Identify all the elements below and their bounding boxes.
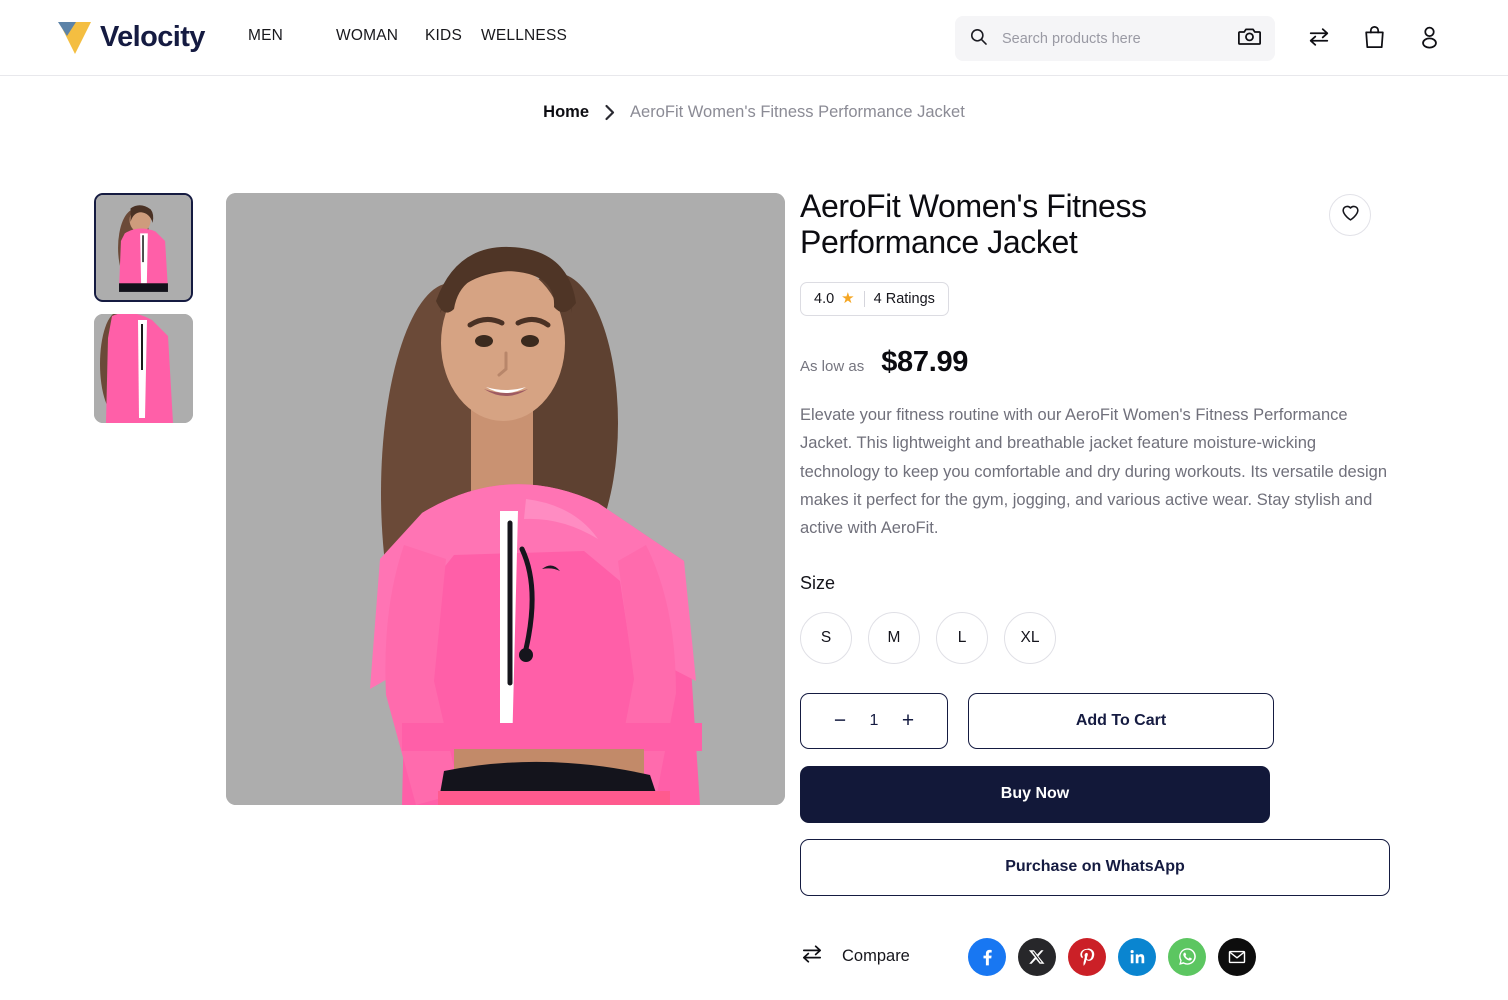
linkedin-icon[interactable]: [1118, 937, 1156, 976]
whatsapp-icon[interactable]: [1168, 937, 1206, 976]
search-bar[interactable]: [955, 16, 1275, 61]
main-product-image[interactable]: [226, 193, 785, 805]
compare-label: Compare: [842, 947, 910, 966]
chevron-right-icon: [603, 104, 616, 121]
product-gallery: [0, 148, 800, 805]
rating-divider: [863, 290, 865, 307]
size-label: Size: [800, 572, 836, 593]
breadcrumb-current-page: AeroFit Women's Fitness Performance Jack…: [630, 102, 965, 121]
buy-now-button[interactable]: Buy Now: [800, 765, 1270, 823]
wishlist-button[interactable]: [1329, 194, 1371, 236]
social-share-list: [968, 937, 1256, 976]
thumbnail-list: [94, 193, 193, 423]
compare-icon[interactable]: [1307, 26, 1331, 48]
compare-icon: [800, 944, 824, 969]
nav-item-men[interactable]: MEN: [248, 27, 336, 45]
nav-item-kids[interactable]: KIDS: [425, 27, 481, 45]
price-label: As low as: [800, 357, 865, 375]
size-option-s[interactable]: S: [800, 611, 852, 664]
rating-count: 4 Ratings: [873, 290, 935, 307]
size-options: S M L XL: [800, 611, 1460, 664]
velocity-logo-icon: [57, 18, 93, 56]
size-option-m[interactable]: M: [868, 611, 920, 664]
logo-text: Velocity: [100, 20, 205, 53]
product-info-panel: AeroFit Women's Fitness Performance Jack…: [800, 148, 1460, 976]
add-to-cart-button[interactable]: Add To Cart: [968, 692, 1274, 749]
star-icon: ★: [841, 290, 855, 308]
quantity-value[interactable]: 1: [868, 712, 880, 730]
quantity-stepper: − 1 +: [800, 692, 948, 749]
site-header: Velocity MEN WOMAN KIDS WELLNESS: [0, 0, 1508, 76]
size-option-l[interactable]: L: [936, 611, 988, 664]
rating-badge[interactable]: 4.0 ★ 4 Ratings: [800, 281, 949, 316]
email-icon[interactable]: [1218, 937, 1256, 976]
size-option-xl[interactable]: XL: [1004, 611, 1056, 664]
pinterest-icon[interactable]: [1068, 937, 1106, 976]
breadcrumb: Home AeroFit Women's Fitness Performance…: [0, 90, 1508, 134]
price-value: $87.99: [881, 345, 969, 378]
main-nav: MEN WOMAN KIDS WELLNESS: [248, 27, 567, 45]
nav-item-woman[interactable]: WOMAN: [336, 27, 425, 45]
breadcrumb-home-link[interactable]: Home: [543, 103, 589, 122]
heart-icon: [1341, 204, 1360, 227]
purchase-whatsapp-button[interactable]: Purchase on WhatsApp: [800, 838, 1390, 896]
quantity-decrement-button[interactable]: −: [830, 710, 850, 731]
thumbnail-1[interactable]: [94, 193, 193, 302]
compare-button[interactable]: Compare: [800, 944, 968, 969]
facebook-icon[interactable]: [968, 937, 1006, 976]
page-title: AeroFit Women's Fitness Performance Jack…: [800, 188, 1147, 261]
camera-icon[interactable]: [1238, 26, 1261, 51]
product-description: Elevate your fitness routine with our Ae…: [800, 405, 1387, 538]
shopping-bag-icon[interactable]: [1363, 25, 1386, 49]
share-row: Compare: [800, 937, 1460, 976]
price-row: As low as $87.99: [800, 346, 1460, 379]
quantity-increment-button[interactable]: +: [898, 710, 918, 731]
product-detail-main: AeroFit Women's Fitness Performance Jack…: [0, 134, 1508, 976]
rating-score: 4.0: [814, 290, 835, 307]
x-twitter-icon[interactable]: [1018, 937, 1056, 976]
header-action-icons: [1307, 25, 1441, 49]
site-logo[interactable]: Velocity: [57, 18, 205, 56]
cart-row: − 1 + Add To Cart: [800, 692, 1460, 749]
user-account-icon[interactable]: [1418, 25, 1441, 49]
search-icon: [969, 27, 988, 51]
nav-item-wellness[interactable]: WELLNESS: [481, 27, 567, 45]
thumbnail-2[interactable]: [94, 314, 193, 423]
search-input[interactable]: [1000, 29, 1238, 48]
